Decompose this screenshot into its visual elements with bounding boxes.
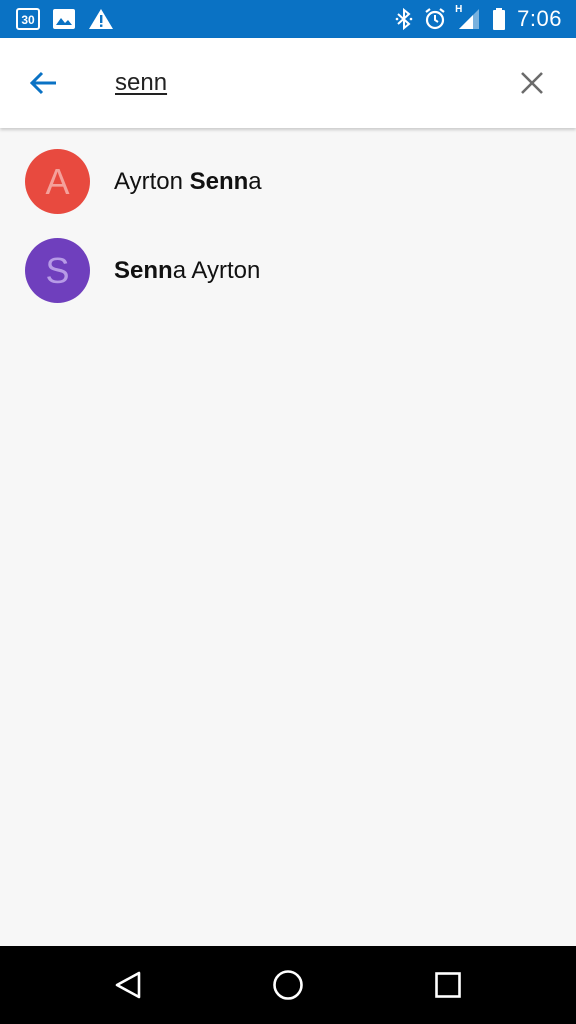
search-input[interactable]	[115, 66, 485, 100]
search-results-list: A Ayrton Senna S Senna Ayrton	[0, 128, 576, 315]
image-icon	[52, 8, 76, 30]
avatar-initial: A	[45, 160, 70, 202]
name-match-highlight: Senn	[114, 256, 173, 284]
nav-recents-button[interactable]	[428, 965, 468, 1005]
avatar-initial: S	[45, 249, 70, 291]
clock: 7:06	[517, 6, 562, 31]
contact-name: Senna Ayrton	[114, 257, 260, 285]
system-icons: H 7:06	[395, 4, 562, 32]
calendar-icon: 30	[16, 8, 40, 30]
search-toolbar	[0, 38, 576, 128]
name-match-highlight: Senn	[189, 167, 249, 195]
bluetooth-icon	[395, 7, 413, 31]
network-type: H	[455, 4, 463, 15]
close-icon	[521, 72, 543, 94]
avatar: S	[25, 238, 90, 303]
signal-icon: H	[455, 4, 481, 30]
contact-name: Ayrton Senna	[114, 168, 262, 196]
home-circle-icon	[273, 970, 303, 1000]
avatar: A	[25, 149, 90, 214]
nav-back-button[interactable]	[108, 965, 148, 1005]
recents-square-icon	[435, 972, 461, 998]
notification-icons: 30	[16, 6, 114, 32]
contact-result[interactable]: S Senna Ayrton	[0, 226, 576, 315]
arrow-left-icon	[29, 71, 56, 95]
contact-result[interactable]: A Ayrton Senna	[0, 137, 576, 226]
back-button[interactable]	[22, 61, 66, 105]
name-text: Ayrton	[114, 167, 190, 195]
alarm-icon	[423, 7, 447, 31]
nav-home-button[interactable]	[268, 965, 308, 1005]
name-text: a Ayrton	[172, 256, 261, 284]
clear-search-button[interactable]	[510, 61, 554, 105]
warning-icon	[88, 8, 114, 30]
status-bar: 30 H 7:06	[0, 0, 576, 38]
battery-icon	[491, 7, 507, 31]
name-text: a	[248, 167, 262, 195]
calendar-day: 30	[21, 12, 35, 27]
navigation-bar	[0, 946, 576, 1024]
back-triangle-icon	[115, 971, 141, 999]
